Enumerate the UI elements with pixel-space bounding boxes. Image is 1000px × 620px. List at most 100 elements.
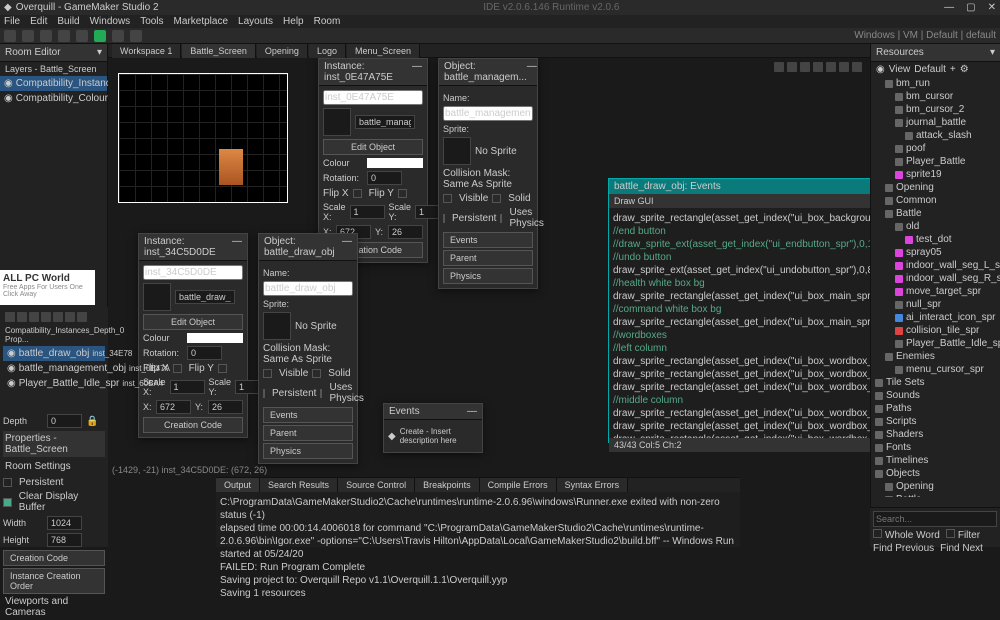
resource-item[interactable]: bm_cursor_2 — [871, 103, 1000, 116]
gear-icon[interactable]: ⚙ — [960, 64, 969, 75]
same-sprite-label[interactable]: Same As Sprite — [443, 179, 533, 190]
colour-swatch[interactable] — [187, 333, 243, 343]
instance-name-input[interactable] — [143, 265, 243, 280]
flipy-checkbox[interactable] — [398, 189, 407, 198]
creation-code-button[interactable]: Creation Code — [143, 417, 243, 433]
code-line[interactable]: //command white box bg — [613, 303, 870, 316]
instance-item[interactable]: ◉Player_Battle_Idle_sprinst_60BA4 — [3, 376, 105, 391]
parent-button[interactable]: Parent — [263, 425, 353, 441]
resource-item[interactable]: Shaders — [871, 428, 1000, 441]
code-line[interactable]: //end button — [613, 225, 870, 238]
zoom-reset-icon[interactable] — [787, 62, 797, 72]
code-line[interactable]: draw_sprite_rectangle(asset_get_index("u… — [613, 420, 870, 433]
visible-checkbox[interactable] — [263, 369, 272, 378]
resource-item[interactable]: Battle — [871, 207, 1000, 220]
close-icon[interactable]: — — [232, 236, 242, 258]
resource-item[interactable]: journal_battle — [871, 116, 1000, 129]
code-line[interactable]: draw_sprite_ext(asset_get_index("ui_undo… — [613, 264, 870, 277]
viewports-label[interactable]: Viewports and Cameras — [3, 594, 105, 620]
solid-checkbox[interactable] — [492, 194, 501, 203]
maximize-icon[interactable]: ▢ — [966, 2, 975, 13]
code-line[interactable]: //health white box bg — [613, 277, 870, 290]
resource-item[interactable]: Common — [871, 194, 1000, 207]
flipy-checkbox[interactable] — [218, 364, 227, 373]
physics-checkbox[interactable] — [500, 214, 502, 223]
creation-code-button[interactable]: Creation Code — [3, 550, 105, 566]
code-line[interactable]: //left column — [613, 342, 870, 355]
menu-tools[interactable]: Tools — [140, 16, 163, 27]
resource-item[interactable]: Tile Sets — [871, 376, 1000, 389]
flipx-checkbox[interactable] — [173, 364, 182, 373]
object-name-input[interactable] — [263, 281, 353, 296]
resource-item[interactable]: Paths — [871, 402, 1000, 415]
room-view[interactable] — [118, 73, 288, 203]
find-next-button[interactable]: Find Next — [940, 543, 983, 554]
visibility-icon[interactable]: ◉ — [4, 93, 13, 104]
code-line[interactable]: draw_sprite_rectangle(asset_get_index("u… — [613, 290, 870, 303]
clear-buffer-checkbox[interactable] — [3, 498, 12, 507]
resource-item[interactable]: Opening — [871, 181, 1000, 194]
scalex-input[interactable] — [170, 380, 205, 394]
rotation-input[interactable] — [187, 346, 222, 360]
resource-item[interactable]: bm_cursor — [871, 90, 1000, 103]
scalex-input[interactable] — [350, 205, 385, 219]
visible-checkbox[interactable] — [443, 194, 452, 203]
physics-button[interactable]: Physics — [263, 443, 353, 459]
resource-item[interactable]: collision_tile_spr — [871, 324, 1000, 337]
open-icon[interactable] — [40, 30, 52, 42]
menu-file[interactable]: File — [4, 16, 20, 27]
tab-workspace[interactable]: Workspace 1 — [112, 44, 181, 58]
stop-icon[interactable] — [112, 30, 124, 42]
sprite-preview[interactable] — [263, 312, 291, 340]
resource-item[interactable]: Player_Battle_Idle_spr — [871, 337, 1000, 350]
play-icon[interactable] — [839, 62, 849, 72]
run-icon[interactable] — [94, 30, 106, 42]
output-body[interactable]: C:\ProgramData\GameMakerStudio2\Cache\ru… — [216, 492, 740, 604]
layer-compat-instances[interactable]: ◉ Compatibility_Instances_Dep... — [0, 76, 107, 91]
whole-word-checkbox[interactable] — [873, 529, 882, 538]
clean-icon[interactable] — [130, 30, 142, 42]
close-icon[interactable]: — — [412, 61, 422, 83]
chevron-down-icon[interactable]: ▾ — [97, 47, 102, 58]
instance-item[interactable]: ◉battle_draw_objinst_34E78 — [3, 346, 105, 361]
resource-item[interactable]: Scripts — [871, 415, 1000, 428]
parent-button[interactable]: Parent — [443, 250, 533, 266]
default-label[interactable]: Default — [914, 64, 946, 75]
code-line[interactable]: draw_sprite_rectangle(asset_get_index("u… — [613, 316, 870, 329]
grid-icon[interactable] — [813, 62, 823, 72]
menu-room[interactable]: Room — [314, 16, 341, 27]
code-line[interactable]: //wordboxes — [613, 329, 870, 342]
tab-opening[interactable]: Opening — [257, 44, 308, 58]
event-selector[interactable]: Draw GUI — [609, 194, 870, 208]
code-line[interactable]: //undo button — [613, 251, 870, 264]
save-icon[interactable] — [58, 30, 70, 42]
tab-battle-screen[interactable]: Battle_Screen — [182, 44, 256, 58]
code-line[interactable]: draw_sprite_rectangle(asset_get_index("u… — [613, 407, 870, 420]
colour-swatch[interactable] — [367, 158, 423, 168]
instance-item[interactable]: ◉battle_management_objinst_0E47A — [3, 361, 105, 376]
resource-item[interactable]: Opening — [871, 480, 1000, 493]
code-line[interactable]: draw_sprite_rectangle(asset_get_index("u… — [613, 381, 870, 394]
menu-windows[interactable]: Windows — [90, 16, 131, 27]
layer-tool-icon[interactable] — [41, 312, 51, 322]
close-icon[interactable]: ✕ — [988, 2, 996, 13]
resource-item[interactable]: spray05 — [871, 246, 1000, 259]
height-input[interactable] — [47, 533, 82, 547]
object-name-input[interactable] — [443, 106, 533, 121]
resource-item[interactable]: Player_Battle — [871, 155, 1000, 168]
output-tab-syntax[interactable]: Syntax Errors — [557, 478, 629, 492]
toolbar-targets[interactable]: Windows | VM | Default | default — [854, 30, 996, 41]
resource-item[interactable]: test_dot — [871, 233, 1000, 246]
chevron-down-icon[interactable]: ▾ — [990, 47, 995, 58]
code-line[interactable]: draw_sprite_rectangle(asset_get_index("u… — [613, 433, 870, 438]
zoom-out-icon[interactable] — [774, 62, 784, 72]
persistent-checkbox[interactable] — [443, 214, 445, 223]
resource-item[interactable]: poof — [871, 142, 1000, 155]
resource-item[interactable]: Sounds — [871, 389, 1000, 402]
edit-object-button[interactable]: Edit Object — [323, 139, 423, 155]
object-ref-input[interactable] — [355, 115, 415, 129]
filter-checkbox[interactable] — [946, 529, 955, 538]
x-input[interactable] — [156, 400, 191, 414]
rotation-input[interactable] — [367, 171, 402, 185]
code-line[interactable]: draw_sprite_rectangle(asset_get_index("u… — [613, 212, 870, 225]
